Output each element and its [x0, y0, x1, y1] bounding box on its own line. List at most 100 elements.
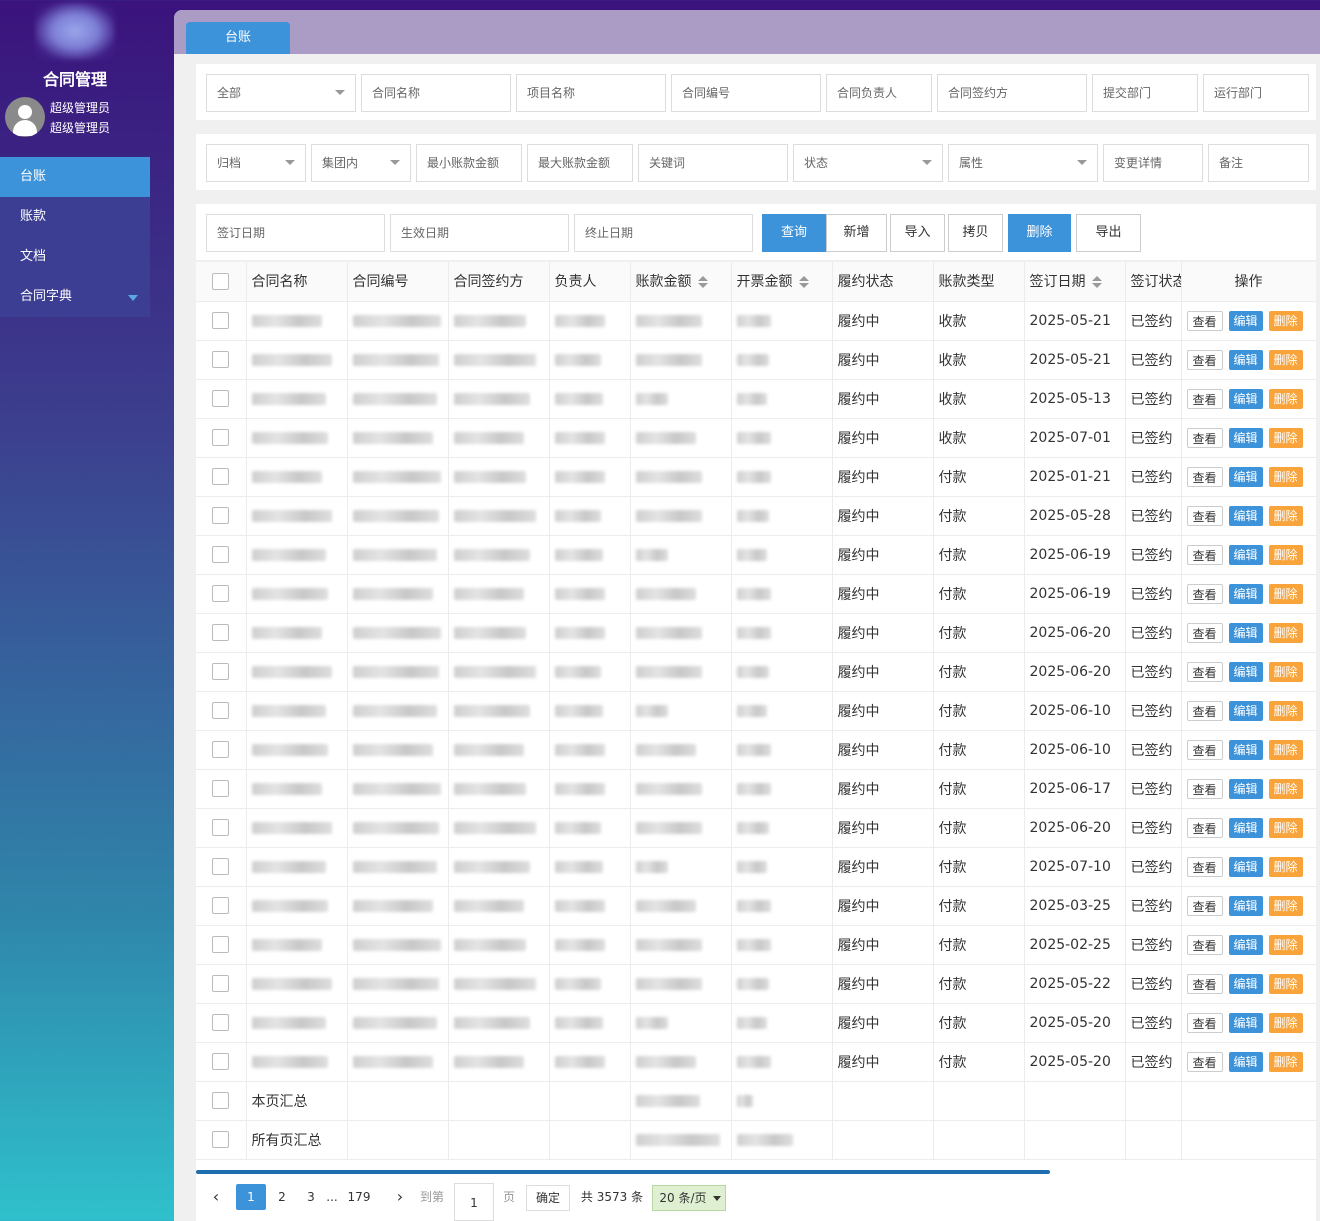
sort-icon[interactable] — [697, 276, 708, 289]
archive-select[interactable]: 归档 — [206, 144, 306, 182]
table-row[interactable]: 履约中 付款 2025-06-10 已签约 查看 编辑 删除 — [196, 691, 1316, 731]
row-delete-button[interactable]: 删除 — [1268, 739, 1303, 760]
row-checkbox[interactable] — [212, 468, 230, 485]
edit-button[interactable]: 编辑 — [1228, 466, 1263, 487]
row-delete-button[interactable]: 删除 — [1268, 895, 1303, 916]
table-row[interactable]: 履约中 付款 2025-05-20 已签约 查看 编辑 删除 — [196, 1003, 1316, 1043]
table-row[interactable]: 履约中 付款 2025-06-19 已签约 查看 编辑 删除 — [196, 535, 1316, 575]
row-checkbox[interactable] — [212, 975, 230, 992]
col-sign-date[interactable]: 签订日期 — [1024, 262, 1126, 302]
col-invoice-amount[interactable]: 开票金额 — [731, 262, 833, 302]
view-button[interactable]: 查看 — [1186, 934, 1223, 955]
table-row[interactable]: 履约中 付款 2025-06-20 已签约 查看 编辑 删除 — [196, 652, 1316, 692]
row-checkbox[interactable] — [212, 1131, 230, 1148]
view-button[interactable]: 查看 — [1186, 622, 1223, 643]
page-2[interactable]: 2 — [272, 1184, 292, 1210]
view-button[interactable]: 查看 — [1186, 1012, 1223, 1033]
row-delete-button[interactable]: 删除 — [1268, 1051, 1303, 1072]
contract-no-input[interactable]: 合同编号 — [671, 74, 821, 112]
edit-button[interactable]: 编辑 — [1228, 895, 1263, 916]
min-amount-input[interactable]: 最小账款金额 — [416, 144, 522, 182]
row-checkbox[interactable] — [212, 1053, 230, 1070]
table-row[interactable]: 履约中 收款 2025-05-21 已签约 查看 编辑 删除 — [196, 340, 1316, 380]
page-last[interactable]: 179 — [344, 1184, 374, 1210]
view-button[interactable]: 查看 — [1186, 583, 1223, 604]
row-checkbox[interactable] — [212, 741, 230, 758]
sort-icon[interactable] — [798, 276, 809, 289]
edit-button[interactable]: 编辑 — [1228, 1012, 1263, 1033]
edit-button[interactable]: 编辑 — [1228, 934, 1263, 955]
remark-input[interactable]: 备注 — [1208, 144, 1309, 182]
edit-button[interactable]: 编辑 — [1228, 505, 1263, 526]
row-checkbox[interactable] — [212, 936, 230, 953]
row-checkbox[interactable] — [212, 702, 230, 719]
row-delete-button[interactable]: 删除 — [1268, 310, 1303, 331]
row-delete-button[interactable]: 删除 — [1268, 388, 1303, 409]
view-button[interactable]: 查看 — [1186, 973, 1223, 994]
tab-ledger[interactable]: 台账 — [186, 22, 290, 54]
row-delete-button[interactable]: 删除 — [1268, 973, 1303, 994]
row-delete-button[interactable]: 删除 — [1268, 466, 1303, 487]
row-delete-button[interactable]: 删除 — [1268, 856, 1303, 877]
row-delete-button[interactable]: 删除 — [1268, 1012, 1303, 1033]
delete-button[interactable]: 删除 — [1008, 214, 1071, 252]
row-delete-button[interactable]: 删除 — [1268, 544, 1303, 565]
edit-button[interactable]: 编辑 — [1228, 661, 1263, 682]
table-row[interactable]: 履约中 付款 2025-05-20 已签约 查看 编辑 删除 — [196, 1042, 1316, 1082]
effective-date-input[interactable]: 生效日期 — [390, 214, 569, 252]
group-select[interactable]: 集团内 — [311, 144, 411, 182]
row-checkbox[interactable] — [212, 663, 230, 680]
signatory-input[interactable]: 合同签约方 — [937, 74, 1087, 112]
row-checkbox[interactable] — [212, 351, 230, 368]
view-button[interactable]: 查看 — [1186, 544, 1223, 565]
table-row[interactable]: 履约中 付款 2025-06-10 已签约 查看 编辑 删除 — [196, 730, 1316, 770]
contract-name-input[interactable]: 合同名称 — [361, 74, 511, 112]
col-amount[interactable]: 账款金额 — [630, 262, 732, 302]
row-checkbox[interactable] — [212, 1092, 230, 1109]
row-checkbox[interactable] — [212, 897, 230, 914]
view-button[interactable]: 查看 — [1186, 700, 1223, 721]
view-button[interactable]: 查看 — [1186, 895, 1223, 916]
row-checkbox[interactable] — [212, 312, 230, 329]
submit-dept-input[interactable]: 提交部门 — [1092, 74, 1198, 112]
goto-page-input[interactable]: 1 — [454, 1183, 494, 1221]
copy-button[interactable]: 拷贝 — [948, 214, 1003, 252]
row-checkbox[interactable] — [212, 546, 230, 563]
avatar[interactable] — [5, 97, 45, 137]
edit-button[interactable]: 编辑 — [1228, 1051, 1263, 1072]
next-page-icon[interactable]: › — [392, 1184, 408, 1210]
change-detail-input[interactable]: 变更详情 — [1103, 144, 1203, 182]
row-delete-button[interactable]: 删除 — [1268, 700, 1303, 721]
table-row[interactable]: 履约中 付款 2025-06-20 已签约 查看 编辑 删除 — [196, 613, 1316, 653]
row-checkbox[interactable] — [212, 858, 230, 875]
table-row[interactable]: 履约中 付款 2025-05-28 已签约 查看 编辑 删除 — [196, 496, 1316, 536]
view-button[interactable]: 查看 — [1186, 661, 1223, 682]
view-button[interactable]: 查看 — [1186, 856, 1223, 877]
attribute-select[interactable]: 属性 — [948, 144, 1098, 182]
edit-button[interactable]: 编辑 — [1228, 817, 1263, 838]
page-3[interactable]: 3 — [302, 1184, 320, 1210]
page-1[interactable]: 1 — [236, 1184, 266, 1210]
sidebar-item-payments[interactable]: 账款 — [0, 197, 150, 237]
import-button[interactable]: 导入 — [890, 214, 945, 252]
sidebar-item-dictionary[interactable]: 合同字典 — [0, 277, 150, 317]
table-row[interactable]: 履约中 付款 2025-06-17 已签约 查看 编辑 删除 — [196, 769, 1316, 809]
row-checkbox[interactable] — [212, 624, 230, 641]
edit-button[interactable]: 编辑 — [1228, 427, 1263, 448]
edit-button[interactable]: 编辑 — [1228, 856, 1263, 877]
edit-button[interactable]: 编辑 — [1228, 973, 1263, 994]
row-delete-button[interactable]: 删除 — [1268, 934, 1303, 955]
view-button[interactable]: 查看 — [1186, 427, 1223, 448]
view-button[interactable]: 查看 — [1186, 1051, 1223, 1072]
status-select[interactable]: 状态 — [793, 144, 943, 182]
row-checkbox[interactable] — [212, 819, 230, 836]
max-amount-input[interactable]: 最大账款金额 — [527, 144, 633, 182]
sidebar-item-ledger[interactable]: 台账 — [0, 157, 150, 197]
edit-button[interactable]: 编辑 — [1228, 778, 1263, 799]
edit-button[interactable]: 编辑 — [1228, 544, 1263, 565]
view-button[interactable]: 查看 — [1186, 388, 1223, 409]
view-button[interactable]: 查看 — [1186, 778, 1223, 799]
goto-confirm-button[interactable]: 确定 — [526, 1185, 570, 1211]
table-row[interactable]: 履约中 付款 2025-06-19 已签约 查看 编辑 删除 — [196, 574, 1316, 614]
row-checkbox[interactable] — [212, 390, 230, 407]
